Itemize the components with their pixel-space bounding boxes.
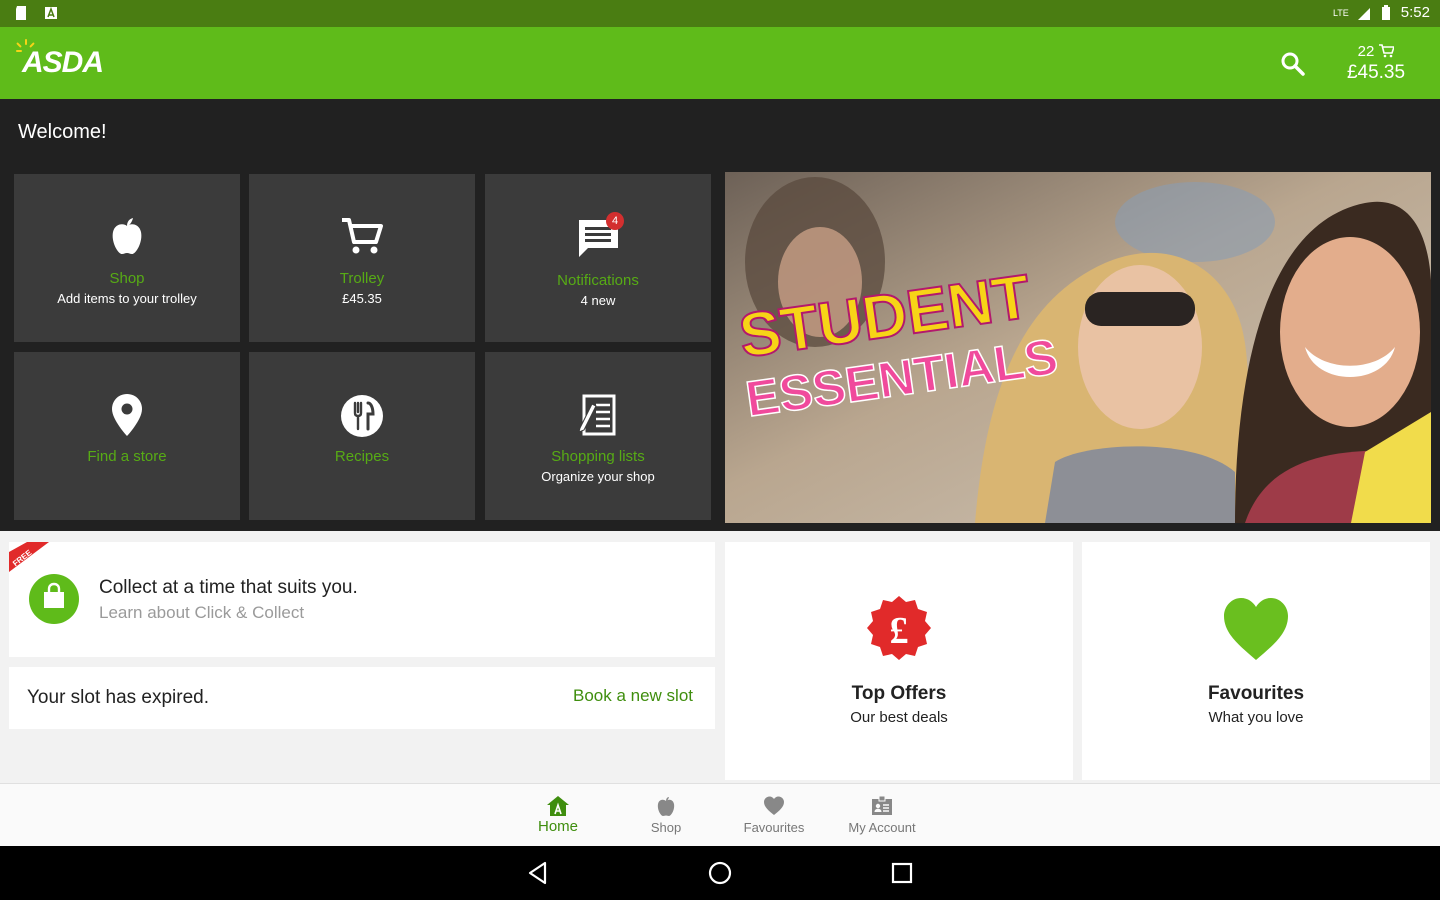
tile-subtitle: 4 new <box>580 293 616 308</box>
recipes-tile[interactable]: Recipes <box>249 352 475 520</box>
shopping-lists-tile[interactable]: Shopping lists Organize your shop <box>485 352 711 520</box>
list-icon <box>578 394 616 436</box>
nav-label: Favourites <box>743 820 805 835</box>
battery-icon <box>1381 4 1390 20</box>
svg-text:£: £ <box>890 610 909 652</box>
status-notifications <box>14 5 58 21</box>
header-cart-button[interactable]: 22 £45.35 <box>1330 41 1422 87</box>
welcome-heading: Welcome! <box>18 121 107 143</box>
tile-title: Trolley <box>339 270 385 287</box>
nav-shop[interactable]: Shop <box>612 784 720 847</box>
cart-count: 22 <box>1357 42 1375 60</box>
apple-icon <box>657 797 675 816</box>
nav-favourites[interactable]: Favourites <box>720 784 828 847</box>
heart-icon <box>764 796 784 815</box>
small-cart-icon <box>1379 44 1395 58</box>
tile-subtitle: Organize your shop <box>541 469 655 484</box>
apple-icon <box>112 218 142 254</box>
collect-title: Collect at a time that suits you. <box>99 577 358 598</box>
free-ribbon: FREE <box>9 542 49 572</box>
nav-my-account[interactable]: My Account <box>828 784 936 847</box>
tile-title: Recipes <box>334 448 390 465</box>
search-icon[interactable] <box>1278 49 1308 79</box>
app-bar: ASDA 22 £45.35 <box>0 27 1440 99</box>
clock: 5:52 <box>1400 4 1430 21</box>
tile-title: Shopping lists <box>551 448 645 465</box>
click-collect-card[interactable]: FREE Collect at a time that suits you. L… <box>9 542 715 657</box>
cart-icon <box>342 218 383 254</box>
banner-illustration: STUDENT ESSENTIALS <box>725 172 1431 523</box>
network-type: LTE <box>1332 7 1349 18</box>
system-navigation-bar <box>0 846 1440 900</box>
book-slot-link[interactable]: Book a new slot <box>573 686 693 706</box>
home-icon <box>547 796 569 816</box>
favourites-card[interactable]: Favourites What you love <box>1082 542 1430 780</box>
account-icon <box>872 795 892 815</box>
tile-title: Notifications <box>557 272 639 289</box>
notifications-tile[interactable]: 4 Notifications 4 new <box>485 174 711 342</box>
top-offers-card[interactable]: £ Top Offers Our best deals <box>725 542 1073 780</box>
find-store-tile[interactable]: Find a store <box>14 352 240 520</box>
feature-title: Top Offers <box>851 683 947 704</box>
sd-card-icon <box>16 6 26 20</box>
notification-badge: 4 <box>606 212 624 230</box>
tile-title: Shop <box>109 270 145 287</box>
shop-tile[interactable]: Shop Add items to your trolley <box>14 174 240 342</box>
feature-subtitle: What you love <box>1208 709 1304 726</box>
heart-icon <box>1224 598 1288 660</box>
nav-label: Shop <box>650 820 682 835</box>
nav-label: Home <box>537 818 578 835</box>
feature-subtitle: Our best deals <box>850 709 948 726</box>
bottom-navigation: Home Shop Favourites My Account <box>0 783 1440 846</box>
cart-total: £45.35 <box>1346 62 1406 83</box>
status-indicators: LTE 5:52 <box>1333 4 1430 21</box>
fork-knife-icon <box>341 395 383 437</box>
tile-title: Find a store <box>87 448 167 465</box>
tile-subtitle: Add items to your trolley <box>57 291 197 306</box>
tile-subtitle: £45.35 <box>342 291 382 306</box>
signal-icon <box>1357 7 1370 20</box>
pound-badge-icon: £ <box>867 596 931 660</box>
slot-status-card: Your slot has expired. Book a new slot <box>9 667 715 729</box>
student-essentials-banner[interactable]: STUDENT ESSENTIALS <box>725 172 1431 523</box>
app-notification-icon <box>45 6 57 19</box>
recents-icon[interactable] <box>889 860 915 886</box>
collect-link[interactable]: Learn about Click & Collect <box>99 603 304 623</box>
slot-status-text: Your slot has expired. <box>27 687 210 708</box>
cart-count-row: 22 <box>1330 41 1422 61</box>
shopping-bag-icon <box>29 574 79 624</box>
trolley-tile[interactable]: Trolley £45.35 <box>249 174 475 342</box>
feature-title: Favourites <box>1207 683 1305 704</box>
location-pin-icon <box>112 394 142 436</box>
home-circle-icon[interactable] <box>707 860 733 886</box>
back-icon[interactable] <box>526 860 552 886</box>
nav-label: My Account <box>848 820 916 835</box>
nav-home[interactable]: Home <box>504 784 612 847</box>
logo-text: ASDA <box>22 46 104 79</box>
status-bar: LTE 5:52 <box>0 0 1440 27</box>
